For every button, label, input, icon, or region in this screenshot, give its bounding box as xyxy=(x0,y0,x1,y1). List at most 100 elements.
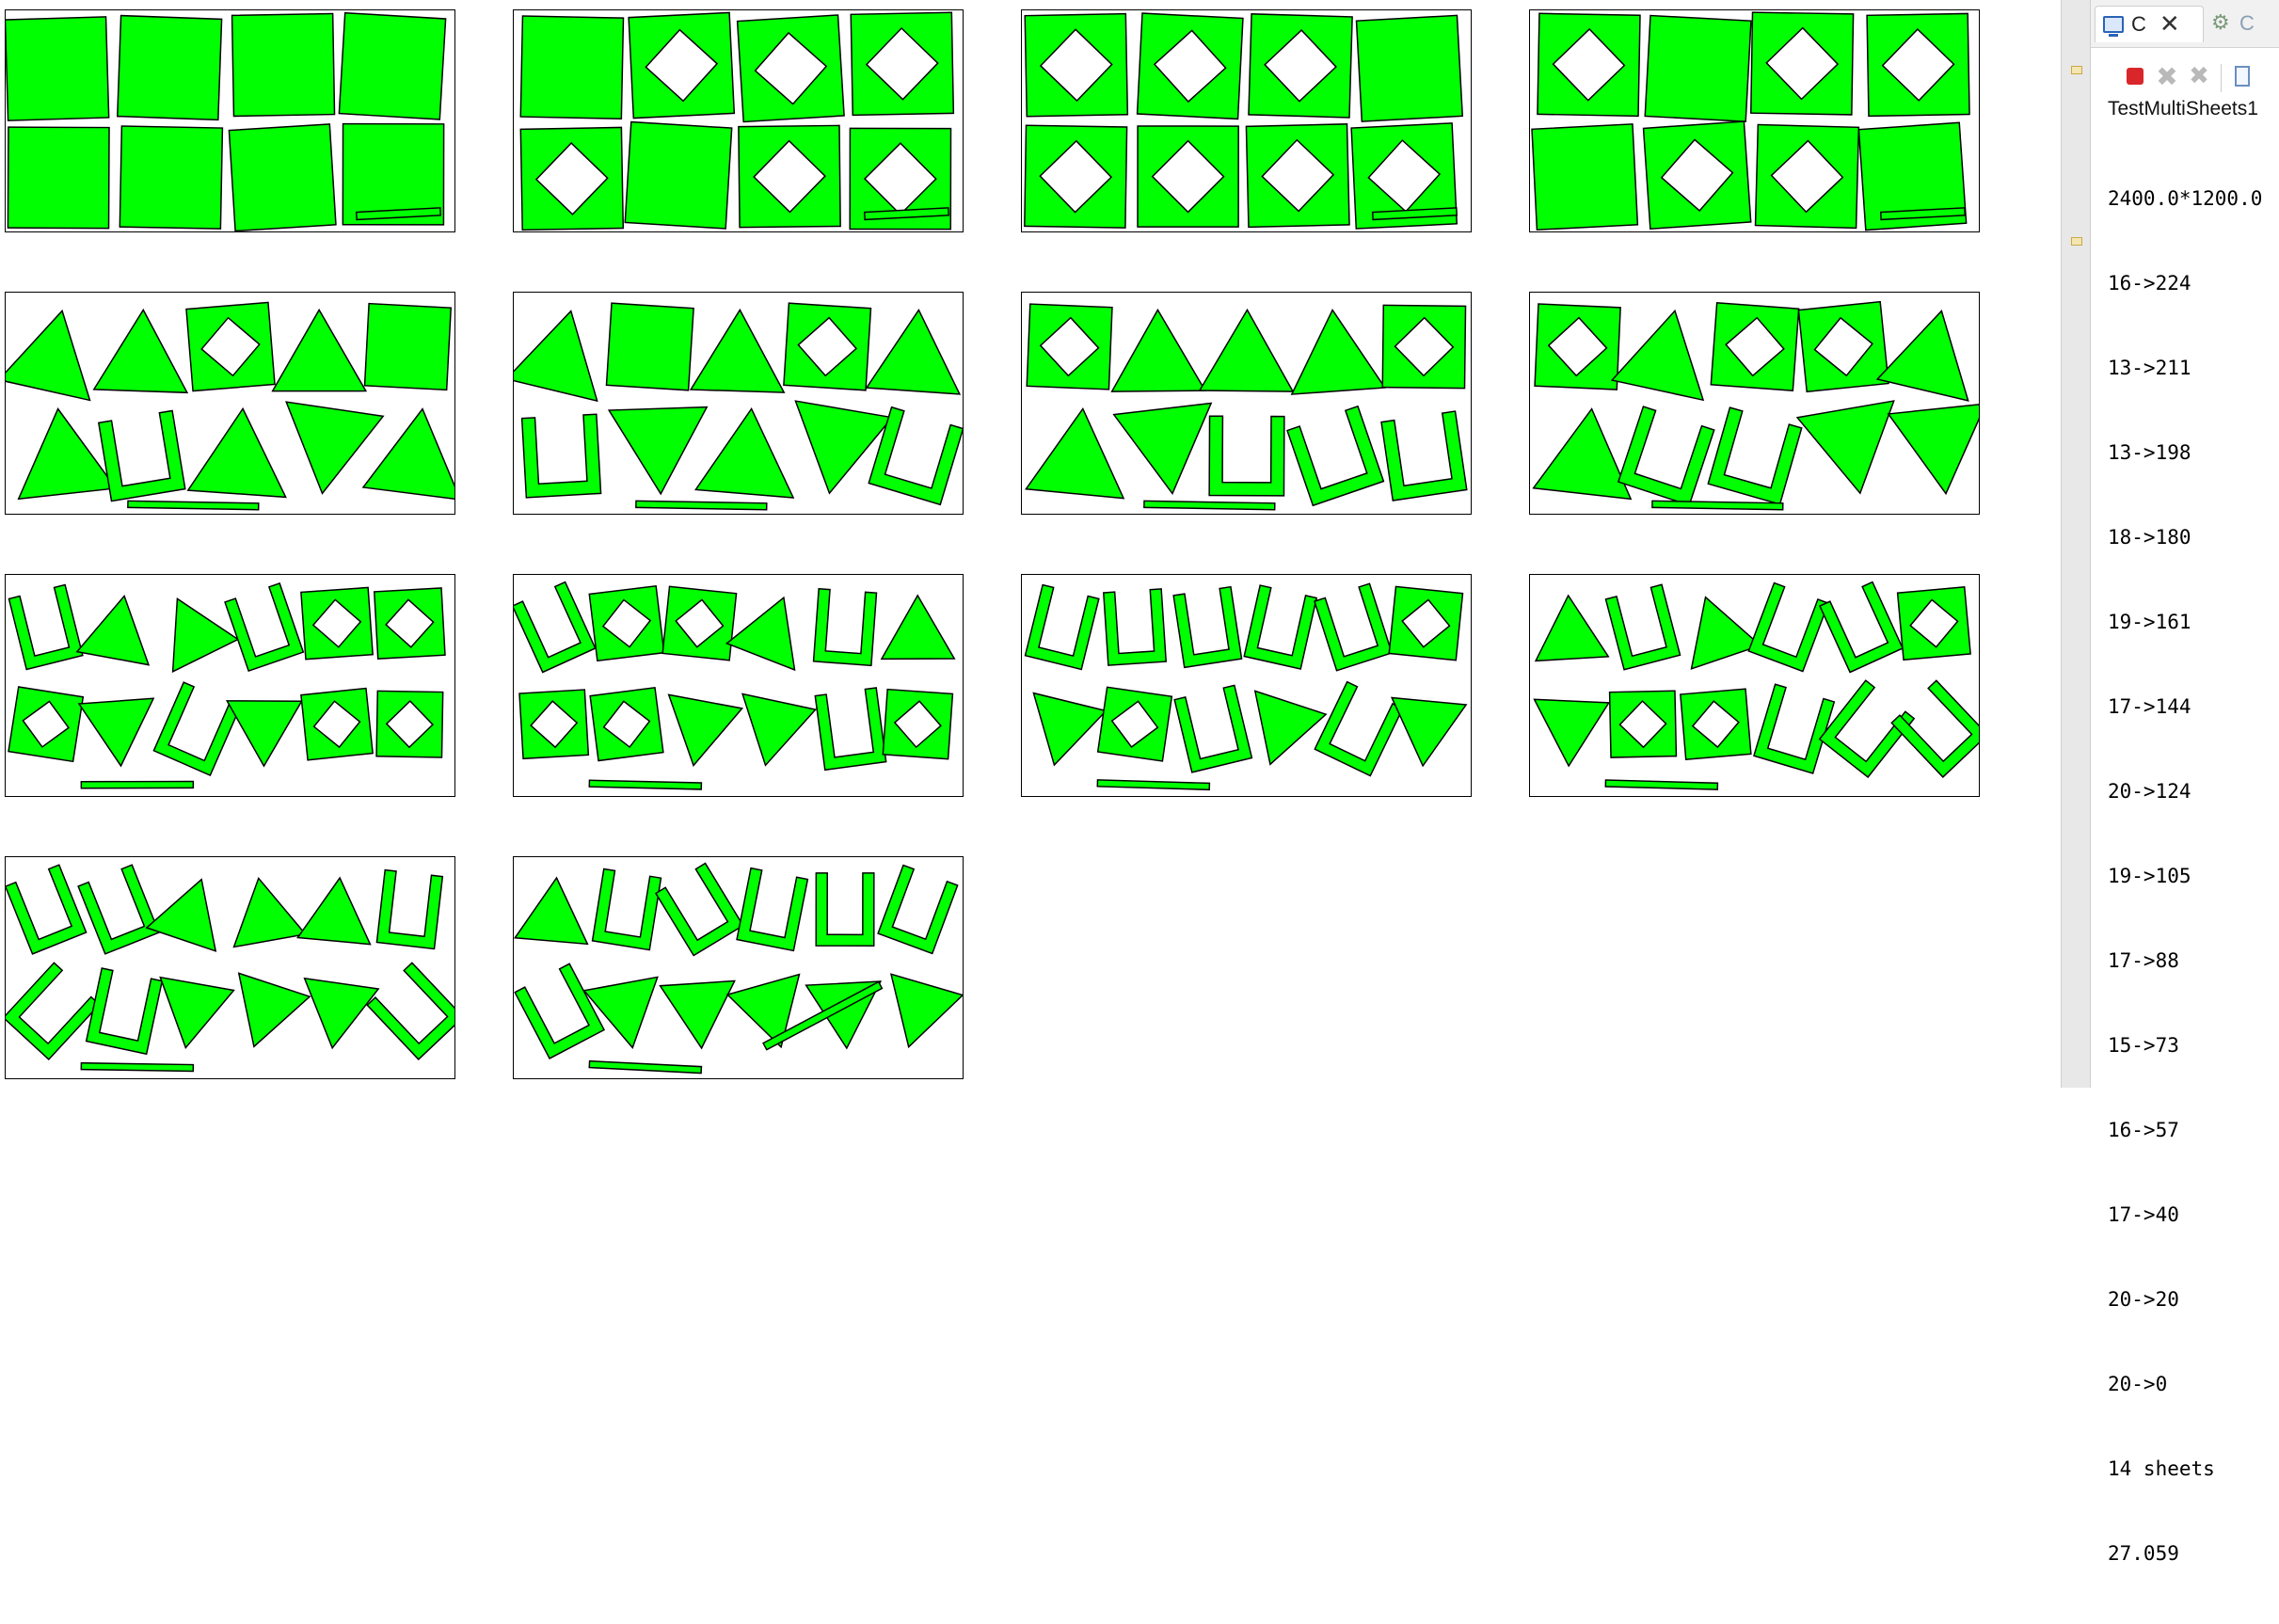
sheet-5 xyxy=(5,292,455,515)
strip-piece xyxy=(127,500,260,511)
gears-icon: ⚙ xyxy=(2211,11,2230,35)
sheet-7 xyxy=(1021,292,1472,515)
triangle-piece xyxy=(741,693,818,767)
console-line: 13->211 xyxy=(2108,357,2191,379)
sheet-pieces xyxy=(1533,581,1979,790)
u-channel-piece xyxy=(152,681,242,777)
console-toolbar: ✖ ✖ xyxy=(2091,56,2279,98)
sheet-2 xyxy=(513,9,964,232)
square-shape xyxy=(605,302,694,391)
u-channel-piece xyxy=(1380,410,1468,502)
triangle-piece xyxy=(667,693,744,767)
u-channel-piece xyxy=(1286,405,1385,507)
square-piece xyxy=(6,16,110,121)
triangle-piece xyxy=(1390,696,1468,768)
tab-progress-label: C xyxy=(2239,11,2255,35)
triangle-piece xyxy=(607,406,709,496)
view-splitter[interactable] xyxy=(2061,0,2091,1088)
triangle-piece xyxy=(186,406,287,499)
sheet-pieces xyxy=(519,11,955,231)
square-piece xyxy=(882,688,954,760)
square-piece xyxy=(1026,303,1113,390)
square-piece xyxy=(736,14,845,123)
square-piece xyxy=(185,301,276,392)
triangle-piece xyxy=(693,406,795,499)
square-piece xyxy=(8,686,85,763)
sheet-9 xyxy=(5,574,455,797)
strip-piece xyxy=(80,1061,195,1073)
square-piece xyxy=(661,585,738,661)
terminate-icon xyxy=(2127,68,2144,85)
square-piece xyxy=(1754,123,1860,230)
u-channel-piece xyxy=(8,583,84,671)
triangle-piece xyxy=(1198,308,1295,392)
tab-progress[interactable]: ⚙ C xyxy=(2206,6,2279,41)
square-shape xyxy=(1355,14,1464,122)
triangle-piece xyxy=(17,407,118,501)
sheet-3 xyxy=(1021,9,1472,232)
strip-piece xyxy=(1143,500,1276,511)
console-line: 27.059 xyxy=(2108,1542,2179,1565)
tab-console-label: C xyxy=(2131,12,2146,36)
console-line: 20->0 xyxy=(2108,1373,2168,1395)
u-channel-piece xyxy=(1890,679,1979,778)
console-output[interactable]: 2400.0*1200.0 16->224 13->211 13->198 18… xyxy=(2108,128,2262,1624)
u-channel-piece xyxy=(366,962,454,1060)
u-channel-piece xyxy=(1617,406,1715,506)
square-piece xyxy=(1136,12,1244,120)
square-piece xyxy=(119,125,224,230)
remove-launch-button[interactable]: ✖ xyxy=(2155,61,2179,92)
u-channel-piece xyxy=(812,587,878,667)
square-piece xyxy=(1608,690,1678,758)
console-line: 16->224 xyxy=(2108,272,2191,295)
triangle-piece xyxy=(171,597,240,674)
display-selected-icon xyxy=(2235,66,2250,87)
marker-icon xyxy=(2071,237,2082,246)
sheet-pieces xyxy=(514,862,963,1075)
square-piece xyxy=(338,11,447,120)
u-channel-piece xyxy=(1103,588,1168,666)
u-channel-piece xyxy=(1172,585,1243,669)
triangle-piece xyxy=(225,700,303,768)
u-channel-piece xyxy=(877,864,959,955)
triangle-piece xyxy=(889,973,963,1049)
square-piece xyxy=(605,302,694,391)
square-piece xyxy=(1096,686,1173,762)
square-piece xyxy=(1750,11,1855,116)
triangle-piece xyxy=(514,876,589,946)
square-piece xyxy=(1537,12,1641,118)
display-selected-console-button[interactable] xyxy=(2230,64,2255,88)
triangle-piece xyxy=(159,976,235,1050)
triangle-piece xyxy=(232,876,308,948)
triangle-piece xyxy=(1533,698,1611,768)
square-shape xyxy=(1644,14,1752,122)
u-channel-piece xyxy=(1747,581,1830,673)
square-piece xyxy=(1680,688,1752,760)
u-channel-piece xyxy=(224,582,305,673)
u-channel-piece xyxy=(6,864,88,955)
monitor-icon xyxy=(2103,16,2124,37)
terminate-button[interactable] xyxy=(2123,64,2147,88)
sheet-pieces xyxy=(514,581,956,790)
console-line: 17->144 xyxy=(2108,695,2191,718)
u-channel-piece xyxy=(815,872,875,947)
triangle-piece xyxy=(689,308,786,393)
square-piece xyxy=(588,584,665,662)
sheet-pieces xyxy=(1024,582,1468,791)
remove-all-button[interactable]: ✖ xyxy=(2187,62,2211,90)
triangle-piece xyxy=(1610,309,1705,402)
sheet-pieces xyxy=(8,582,446,789)
triangle-piece xyxy=(865,308,962,395)
triangle-piece xyxy=(1690,596,1762,670)
close-icon[interactable]: ✕ xyxy=(2159,12,2180,37)
square-piece xyxy=(1024,12,1129,118)
sheet-10 xyxy=(513,574,964,797)
square-piece xyxy=(624,120,733,230)
u-channel-piece xyxy=(6,962,101,1060)
tab-console[interactable]: C ✕ xyxy=(2095,6,2204,42)
triangle-piece xyxy=(1290,308,1387,395)
u-channel-piece xyxy=(654,862,744,957)
u-channel-piece xyxy=(375,868,444,950)
u-channel-piece xyxy=(1243,584,1318,670)
square-piece xyxy=(783,302,872,391)
